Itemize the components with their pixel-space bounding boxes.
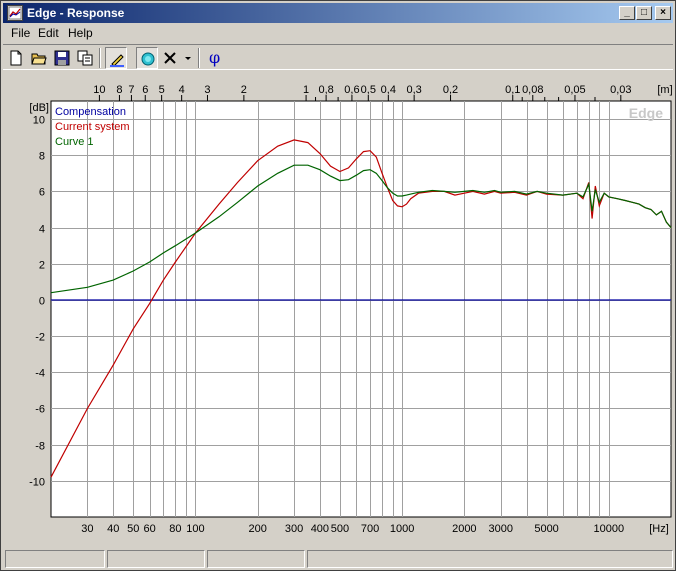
y-tick-label: -8	[35, 441, 45, 453]
top-tick-label: 0,6	[344, 84, 359, 96]
toolbar: φ	[3, 44, 673, 70]
save-button[interactable]	[51, 47, 73, 69]
top-tick-label: 0,08	[522, 84, 543, 96]
app-window: Edge - Response _ □ × File Edit Help φ 1…	[0, 0, 676, 571]
top-tick-label: 0,5	[361, 84, 376, 96]
top-tick-label: 1	[303, 84, 309, 96]
legend-entry: Compensation	[55, 106, 126, 118]
x-tick-label: 80	[169, 523, 181, 535]
x-tick-label: 400	[311, 523, 329, 535]
phase-button[interactable]: φ	[204, 47, 226, 69]
delete-dropdown[interactable]	[182, 47, 194, 69]
top-tick-label: 0,2	[443, 84, 458, 96]
save-icon	[54, 50, 70, 66]
toolbar-separator	[99, 48, 101, 68]
watermark: Edge	[629, 105, 663, 121]
x-tick-label: 700	[361, 523, 379, 535]
top-tick-label: 5	[159, 84, 165, 96]
legend-entry: Curve 1	[55, 136, 94, 148]
status-pane-3	[207, 550, 305, 568]
top-tick-label: 0,3	[406, 84, 421, 96]
x-tick-label: 1000	[390, 523, 414, 535]
close-button[interactable]: ×	[655, 6, 671, 20]
top-tick-label: 0,8	[318, 84, 333, 96]
y-tick-label: 8	[39, 151, 45, 163]
x-tick-label: 2000	[452, 523, 476, 535]
app-icon[interactable]	[7, 5, 23, 21]
y-tick-label: 2	[39, 260, 45, 272]
y-tick-label: 6	[39, 187, 45, 199]
y-tick-label: -10	[29, 477, 45, 489]
y-tick-label: -4	[35, 368, 45, 380]
top-tick-label: 7	[128, 84, 134, 96]
maximize-button[interactable]: □	[636, 6, 652, 20]
x-tick-label: 40	[107, 523, 119, 535]
top-tick-label: 4	[179, 84, 185, 96]
top-tick-label: 2	[241, 84, 247, 96]
x-tick-label: 10000	[593, 523, 624, 535]
top-tick-label: 0,05	[564, 84, 585, 96]
top-tick-label: 0,1	[505, 84, 520, 96]
menu-edit[interactable]: Edit	[38, 26, 59, 40]
status-bar	[3, 550, 675, 568]
new-button[interactable]	[5, 47, 27, 69]
delete-button[interactable]	[159, 47, 181, 69]
top-tick-label: 8	[116, 84, 122, 96]
open-button[interactable]	[28, 47, 50, 69]
y-tick-label: -6	[35, 404, 45, 416]
top-tick-label: 3	[204, 84, 210, 96]
x-tick-label: 500	[331, 523, 349, 535]
copy-icon	[77, 50, 93, 66]
top-tick-label: 0,03	[610, 84, 631, 96]
x-tick-label: 5000	[534, 523, 558, 535]
y-tick-label: 4	[39, 224, 45, 236]
x-tick-label: 3000	[488, 523, 512, 535]
y-tick-label: -2	[35, 332, 45, 344]
y-tick-label: 10	[33, 115, 45, 127]
minimize-icon: _	[624, 7, 630, 18]
window-title: Edge - Response	[27, 6, 125, 20]
y-tick-label: 0	[39, 296, 45, 308]
phase-icon: φ	[209, 48, 221, 67]
minimize-button[interactable]: _	[619, 6, 635, 20]
x-tick-label: 100	[186, 523, 204, 535]
speaker-button[interactable]	[136, 47, 158, 69]
legend-entry: Current system	[55, 121, 130, 133]
delete-x-icon	[164, 52, 176, 64]
status-pane-1	[5, 550, 105, 568]
copy-button[interactable]	[74, 47, 96, 69]
x-tick-label: 200	[248, 523, 266, 535]
x-tick-label: 300	[285, 523, 303, 535]
menu-bar: File Edit Help	[3, 24, 673, 42]
status-pane-2	[107, 550, 205, 568]
x-axis-label: [Hz]	[649, 523, 669, 535]
response-chart[interactable]: 10 8 6 4 2 0 -2 -4 -6 -8 -10 30 40 50 60 80 100 200 300 400…	[3, 71, 675, 545]
top-tick-label: 10	[93, 84, 105, 96]
speaker-icon	[141, 52, 155, 66]
new-file-icon	[10, 50, 22, 66]
top-tick-label: 0,4	[381, 84, 396, 96]
menu-help[interactable]: Help	[68, 26, 93, 40]
x-tick-label: 60	[143, 523, 155, 535]
edit-pen-icon	[110, 54, 124, 67]
dropdown-arrow-icon	[185, 57, 191, 60]
toolbar-separator	[198, 48, 200, 68]
top-axis-label: [m]	[657, 84, 672, 96]
edit-button[interactable]	[105, 47, 127, 69]
open-folder-icon	[31, 53, 47, 65]
status-pane-4	[307, 550, 673, 568]
chart-area: 10 8 6 4 2 0 -2 -4 -6 -8 -10 30 40 50 60 80 100 200 300 400…	[3, 71, 675, 545]
top-tick-label: 6	[142, 84, 148, 96]
x-tick-label: 50	[127, 523, 139, 535]
x-tick-label: 30	[81, 523, 93, 535]
y-axis-label: [dB]	[29, 102, 49, 114]
menu-file[interactable]: File	[11, 26, 30, 40]
close-icon: ×	[660, 7, 666, 18]
maximize-icon: □	[640, 7, 648, 18]
title-bar[interactable]: Edge - Response _ □ ×	[3, 3, 673, 23]
